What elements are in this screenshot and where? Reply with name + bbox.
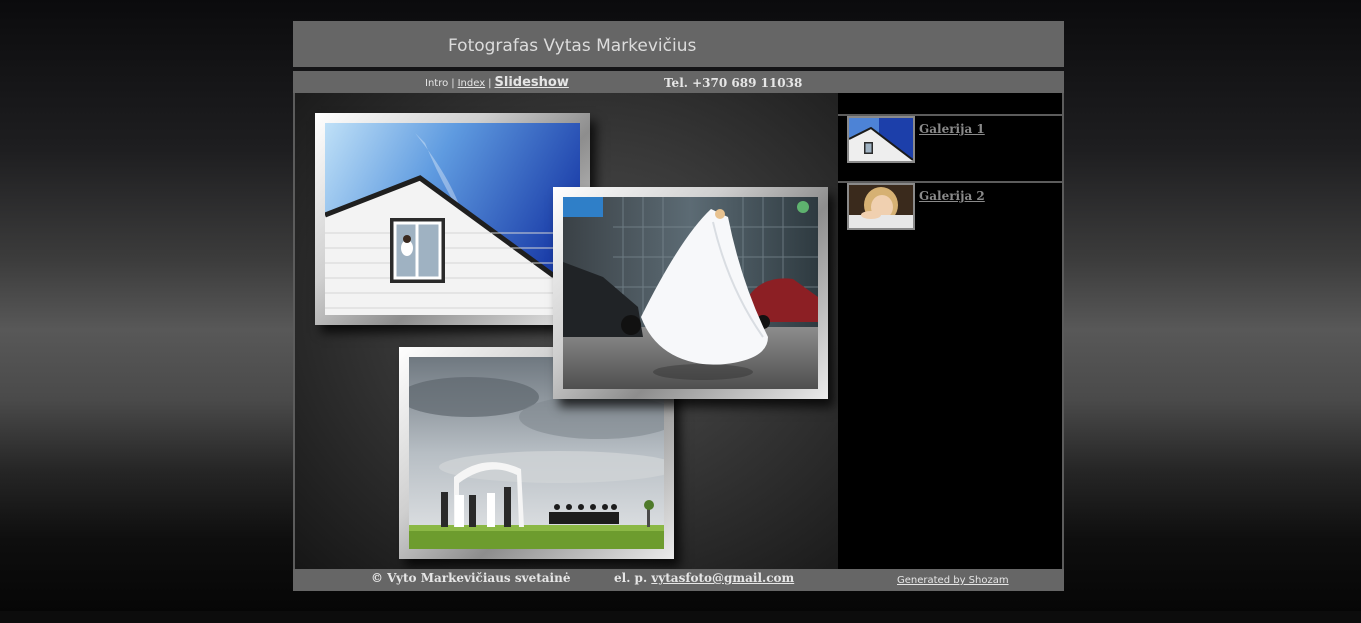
email-contact: el. p. vytasfoto@gmail.com <box>614 571 794 585</box>
nav-separator: | <box>451 78 455 89</box>
gallery-sidebar: Galerija 1 Galerija 2 <box>838 93 1062 569</box>
site-title: Fotografas Vytas Markevičius <box>448 36 697 56</box>
phone-number: Tel. +370 689 11038 <box>664 76 803 90</box>
email-link[interactable]: vytasfoto@gmail.com <box>651 571 794 585</box>
portrait-photo-thumbnail-icon[interactable] <box>847 183 915 230</box>
photo-collage <box>295 93 838 569</box>
gallery-2-link[interactable]: Galerija 2 <box>919 189 985 203</box>
house-window-bride-photo <box>325 123 580 315</box>
generated-by-link[interactable]: Generated by Shozam <box>897 575 1009 586</box>
bride-in-city-photo <box>563 197 818 389</box>
main-content: Galerija 1 Galerija 2 <box>293 93 1064 569</box>
nav-slideshow-link[interactable]: Slideshow <box>495 75 569 90</box>
photo-frame-1[interactable] <box>315 113 590 325</box>
gallery-1-link[interactable]: Galerija 1 <box>919 122 985 136</box>
nav-bar: Intro | Index | Slideshow Tel. +370 689 1103… <box>293 71 1064 93</box>
site-footer: © Vyto Markevičiaus svetainė el. p. vyta… <box>293 569 1064 591</box>
nav-links: Intro | Index | Slideshow <box>425 75 569 90</box>
copyright-text: © Vyto Markevičiaus svetainė <box>371 571 571 585</box>
nav-intro: Intro <box>425 78 449 89</box>
gallery-item-2[interactable]: Galerija 2 <box>838 181 1062 248</box>
gallery-item-1[interactable]: Galerija 1 <box>838 114 1062 181</box>
email-label: el. p. <box>614 571 648 585</box>
page-bottom-strip <box>0 611 1361 623</box>
house-photo-thumbnail-icon[interactable] <box>847 116 915 163</box>
site-header: Fotografas Vytas Markevičius <box>293 21 1064 67</box>
nav-index-link[interactable]: Index <box>458 78 486 89</box>
photo-frame-2[interactable] <box>553 187 828 399</box>
nav-separator: | <box>488 78 492 89</box>
